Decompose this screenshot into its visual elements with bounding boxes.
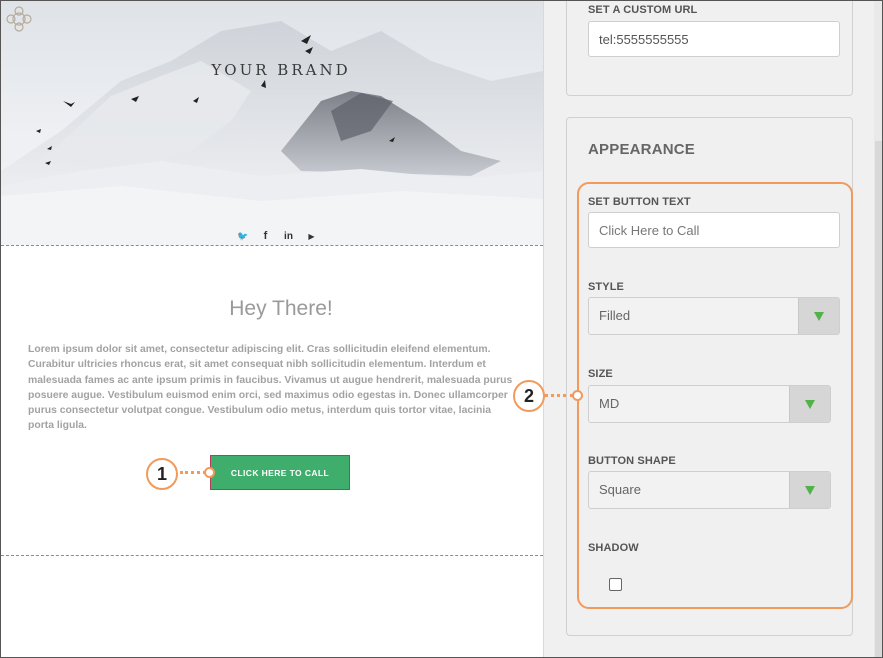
social-links: 🐦 f in ▶	[237, 231, 317, 243]
button-text-label: SET BUTTON TEXT	[588, 196, 691, 208]
style-select[interactable]: Filled	[588, 297, 840, 335]
email-preview: YOUR BRAND 🐦 f in ▶ Hey There! Lorem ips…	[1, 1, 544, 657]
callout-2-anchor	[572, 390, 583, 401]
size-select[interactable]: MD	[588, 385, 831, 423]
screenshot-frame: YOUR BRAND 🐦 f in ▶ Hey There! Lorem ips…	[0, 0, 883, 658]
button-shape-select[interactable]: Square	[588, 471, 831, 509]
brand-emblem-icon	[6, 6, 32, 32]
style-label: STYLE	[588, 281, 624, 293]
style-select-value: Filled	[599, 308, 631, 323]
twitter-icon[interactable]: 🐦	[237, 231, 248, 242]
facebook-icon[interactable]: f	[260, 231, 271, 242]
block-divider-bottom	[1, 555, 543, 556]
callout-2-connector	[544, 394, 574, 397]
custom-url-label: SET A CUSTOM URL	[588, 4, 698, 16]
callout-2-badge: 2	[513, 380, 545, 412]
email-heading: Hey There!	[229, 297, 333, 320]
callout-1-badge: 1	[146, 458, 178, 490]
mountain-illustration	[1, 21, 543, 245]
chevron-down-icon[interactable]	[789, 472, 830, 508]
hero-image: YOUR BRAND 🐦 f in ▶	[1, 1, 543, 245]
shadow-label: SHADOW	[588, 542, 639, 554]
size-select-value: MD	[599, 396, 620, 411]
callout-1-anchor	[204, 467, 215, 478]
email-body-text: Lorem ipsum dolor sit amet, consectetur …	[28, 344, 513, 432]
click-to-call-button[interactable]: CLICK HERE TO CALL	[210, 455, 350, 490]
youtube-icon[interactable]: ▶	[306, 231, 317, 242]
block-divider-top	[1, 245, 543, 246]
chevron-down-icon[interactable]	[798, 298, 839, 334]
shadow-checkbox[interactable]	[609, 578, 622, 591]
button-shape-select-value: Square	[599, 482, 641, 497]
panel-scrollbar[interactable]	[874, 1, 882, 657]
callout-1-connector	[180, 471, 206, 474]
chevron-down-icon[interactable]	[789, 386, 830, 422]
button-text-input[interactable]	[588, 212, 840, 248]
size-label: SIZE	[588, 368, 613, 380]
scrollbar-thumb[interactable]	[875, 141, 882, 657]
custom-url-input[interactable]	[588, 21, 840, 57]
button-shape-label: BUTTON SHAPE	[588, 455, 676, 467]
linkedin-icon[interactable]: in	[283, 231, 294, 242]
brand-logo-text: YOUR BRAND	[211, 61, 351, 79]
appearance-title: APPEARANCE	[588, 141, 696, 158]
